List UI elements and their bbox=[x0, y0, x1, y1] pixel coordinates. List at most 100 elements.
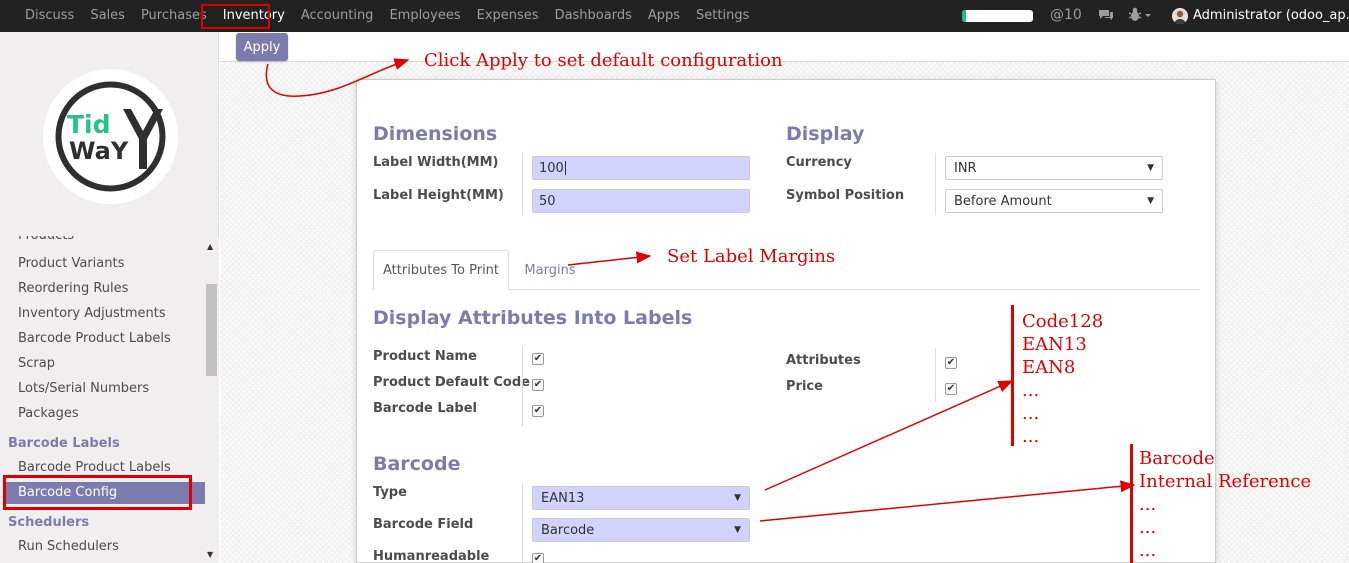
company-logo: Tid WaY bbox=[43, 69, 178, 204]
currency-label: Currency bbox=[786, 155, 852, 170]
sidebar-item-barcode-product-labels-2[interactable]: Barcode Product Labels bbox=[18, 460, 171, 475]
scroll-down-arrow-icon[interactable]: ▼ bbox=[207, 550, 213, 559]
annotation-option: Internal Reference bbox=[1139, 471, 1312, 492]
barcode-config-highlight-box bbox=[3, 475, 192, 510]
barcode-label-label: Barcode Label bbox=[373, 401, 478, 416]
label-height-value: 50 bbox=[539, 193, 556, 209]
sidebar-item-product-variants[interactable]: Product Variants bbox=[18, 256, 124, 271]
annotation-option: ... bbox=[1139, 540, 1157, 561]
humanreadable-checkbox[interactable]: ✔ bbox=[532, 553, 544, 563]
symbol-position-value: Before Amount bbox=[954, 193, 1052, 209]
caret-down-icon: ▼ bbox=[734, 493, 741, 503]
annotation-type-options: Code128 EAN13 EAN8 ... ... ... bbox=[1022, 310, 1103, 448]
barcode-title: Barcode bbox=[373, 453, 461, 475]
sidebar-item-lots-serial-numbers[interactable]: Lots/Serial Numbers bbox=[18, 381, 149, 396]
tab-margins[interactable]: Margins bbox=[509, 250, 591, 290]
sidebar-item-inventory-adjustments[interactable]: Inventory Adjustments bbox=[18, 306, 166, 321]
menu-dashboards[interactable]: Dashboards bbox=[547, 0, 640, 32]
label-width-input[interactable]: 100 bbox=[532, 156, 750, 180]
divider bbox=[935, 348, 936, 402]
top-navbar: Discuss Sales Purchases Inventory Accoun… bbox=[0, 0, 1349, 32]
label-height-input[interactable]: 50 bbox=[532, 189, 750, 213]
annotation-option: ... bbox=[1022, 380, 1040, 401]
progress-bar bbox=[962, 10, 1033, 22]
user-avatar[interactable] bbox=[1172, 8, 1188, 24]
logo-text-bottom: WaY bbox=[69, 137, 129, 165]
menu-employees[interactable]: Employees bbox=[381, 0, 468, 32]
sidebar-item-reordering-rules[interactable]: Reordering Rules bbox=[18, 281, 128, 296]
caret-down-icon: ▼ bbox=[1147, 196, 1154, 206]
product-default-code-label: Product Default Code bbox=[373, 375, 530, 390]
label-width-label: Label Width(MM) bbox=[373, 155, 499, 170]
attributes-title: Display Attributes Into Labels bbox=[373, 307, 693, 329]
sidebar-item-run-schedulers[interactable]: Run Schedulers bbox=[18, 539, 119, 554]
price-label: Price bbox=[786, 379, 823, 394]
dimensions-title: Dimensions bbox=[373, 123, 498, 145]
barcode-field-value: Barcode bbox=[541, 522, 595, 538]
sidebar-section-schedulers: Schedulers bbox=[8, 515, 90, 530]
tab-attributes-to-print[interactable]: Attributes To Print bbox=[373, 250, 509, 290]
annotation-margins-note: Set Label Margins bbox=[667, 246, 836, 267]
annotation-field-options: Barcode Internal Reference ... ... ... bbox=[1139, 447, 1311, 562]
menu-accounting[interactable]: Accounting bbox=[293, 0, 382, 32]
menu-sales[interactable]: Sales bbox=[82, 0, 133, 32]
symbol-position-select[interactable]: Before Amount ▼ bbox=[945, 189, 1163, 213]
annotation-option: Code128 bbox=[1022, 311, 1104, 332]
attributes-checkbox[interactable]: ✔ bbox=[945, 357, 957, 369]
barcode-type-select[interactable]: EAN13 ▼ bbox=[532, 486, 750, 510]
barcode-label-checkbox[interactable]: ✔ bbox=[532, 405, 544, 417]
annotation-option: EAN13 bbox=[1022, 334, 1087, 355]
divider bbox=[522, 153, 523, 215]
annotation-apply-note: Click Apply to set default configuration bbox=[424, 50, 783, 71]
divider bbox=[935, 153, 936, 215]
progress-fill bbox=[962, 10, 967, 22]
display-title: Display bbox=[786, 123, 865, 145]
messages-counter[interactable]: @10 bbox=[1050, 7, 1082, 23]
control-panel bbox=[220, 32, 1349, 62]
label-width-value: 100 bbox=[539, 160, 564, 176]
annotation-bracket-type bbox=[1011, 305, 1014, 446]
annotation-option: ... bbox=[1139, 494, 1157, 515]
caret-down-icon: ▼ bbox=[734, 525, 741, 535]
barcode-field-label: Barcode Field bbox=[373, 517, 474, 532]
label-height-label: Label Height(MM) bbox=[373, 188, 504, 203]
attributes-label: Attributes bbox=[786, 353, 861, 368]
divider bbox=[522, 483, 523, 563]
humanreadable-label: Humanreadable bbox=[373, 549, 490, 563]
product-name-label: Product Name bbox=[373, 349, 477, 364]
annotation-bracket-field bbox=[1130, 444, 1133, 563]
divider bbox=[522, 346, 523, 426]
sidebar-scroll-thumb[interactable] bbox=[206, 284, 217, 376]
barcode-field-select[interactable]: Barcode ▼ bbox=[532, 518, 750, 542]
sidebar-item-barcode-product-labels[interactable]: Barcode Product Labels bbox=[18, 331, 171, 346]
product-default-code-checkbox[interactable]: ✔ bbox=[532, 379, 544, 391]
product-name-checkbox[interactable]: ✔ bbox=[532, 353, 544, 365]
price-checkbox[interactable]: ✔ bbox=[945, 383, 957, 395]
currency-value: INR bbox=[954, 160, 977, 176]
caret-down-icon: ▼ bbox=[1147, 163, 1154, 173]
currency-select[interactable]: INR ▼ bbox=[945, 156, 1163, 180]
logo-text-top: Tid bbox=[67, 110, 111, 139]
chat-icon[interactable] bbox=[1098, 8, 1114, 26]
sidebar-item-packages[interactable]: Packages bbox=[18, 406, 79, 421]
menu-settings[interactable]: Settings bbox=[688, 0, 757, 32]
annotation-option: EAN8 bbox=[1022, 357, 1076, 378]
scroll-up-arrow-icon[interactable]: ▲ bbox=[207, 242, 213, 251]
debug-bug-icon[interactable] bbox=[1128, 7, 1152, 27]
annotation-option: ... bbox=[1139, 517, 1157, 538]
symbol-position-label: Symbol Position bbox=[786, 188, 905, 203]
user-menu[interactable]: Administrator (odoo_ap... bbox=[1193, 8, 1349, 23]
barcode-type-value: EAN13 bbox=[541, 490, 585, 506]
type-label: Type bbox=[373, 485, 407, 500]
main-menu: Discuss Sales Purchases Inventory Accoun… bbox=[17, 0, 757, 32]
sidebar-item-scrap[interactable]: Scrap bbox=[18, 356, 55, 371]
inventory-highlight-box bbox=[201, 4, 270, 29]
annotation-option: Barcode bbox=[1139, 448, 1215, 469]
menu-discuss[interactable]: Discuss bbox=[17, 0, 82, 32]
annotation-option: ... bbox=[1022, 426, 1040, 447]
sidebar-section-barcode-labels: Barcode Labels bbox=[8, 436, 120, 451]
apply-button[interactable]: Apply bbox=[236, 33, 288, 61]
annotation-option: ... bbox=[1022, 403, 1040, 424]
menu-apps[interactable]: Apps bbox=[640, 0, 688, 32]
menu-expenses[interactable]: Expenses bbox=[469, 0, 547, 32]
